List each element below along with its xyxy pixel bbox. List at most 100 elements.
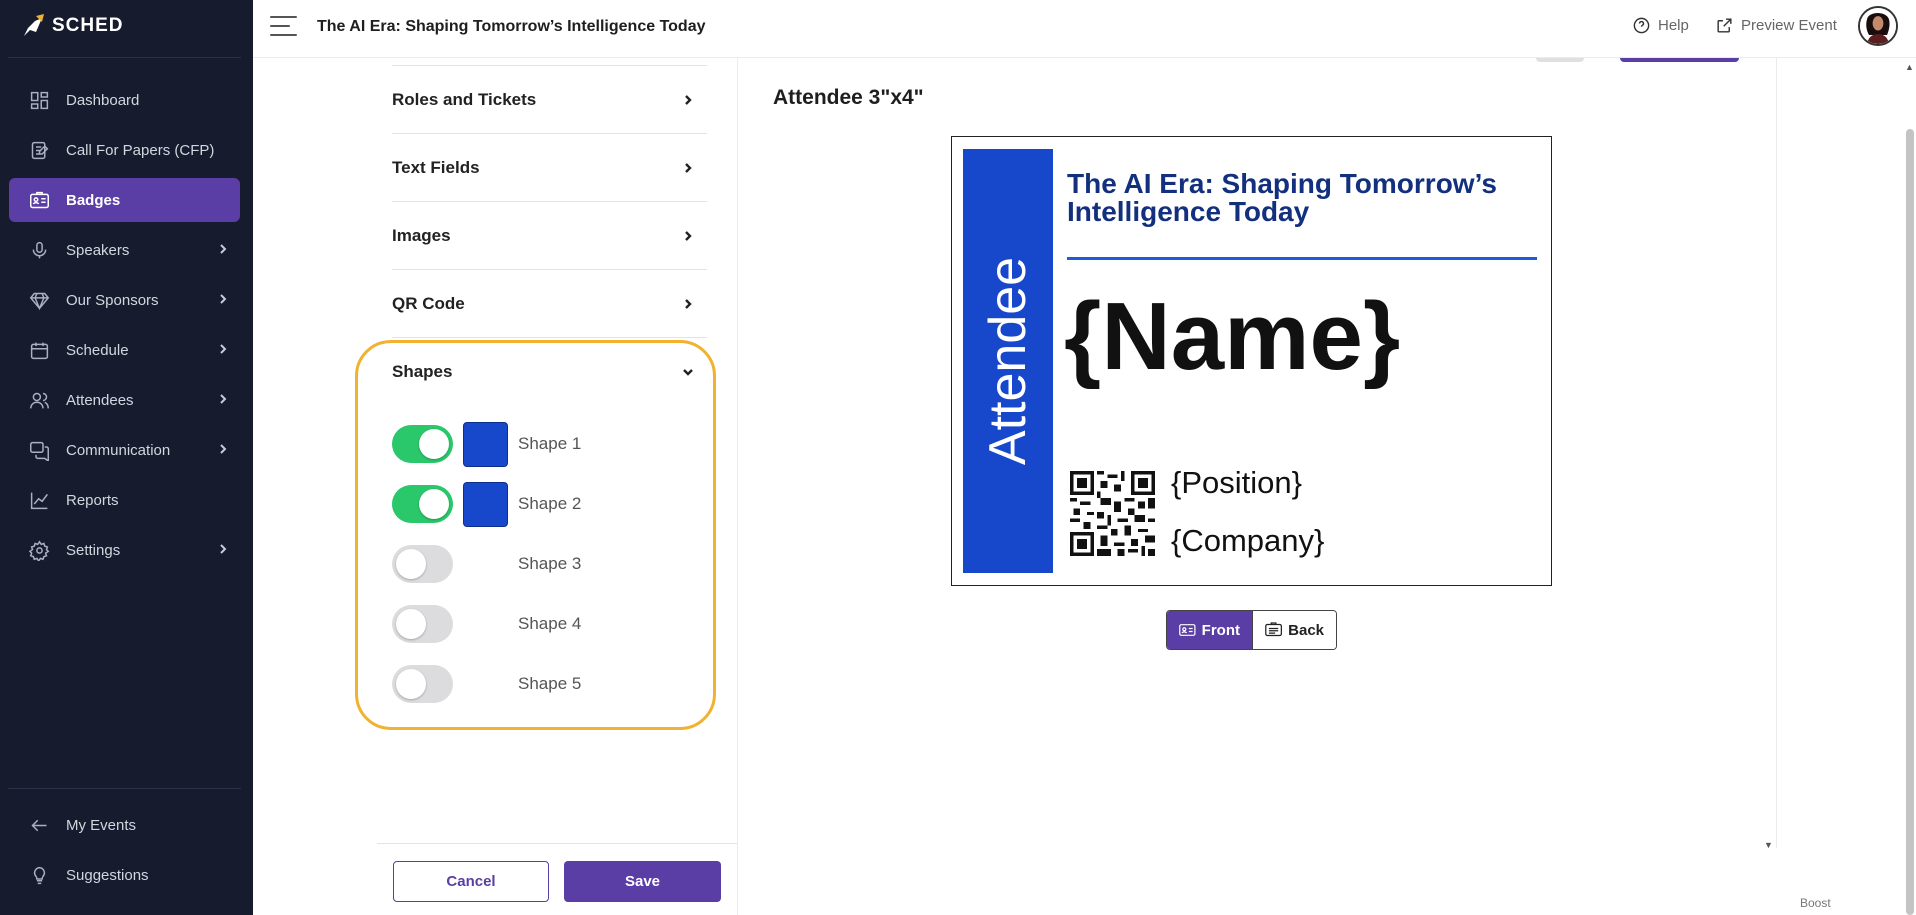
sidebar-item-label: Attendees xyxy=(66,391,134,409)
badge-event-name[interactable]: The AI Era: Shaping Tomorrow’s Intellige… xyxy=(1067,170,1537,226)
chart-icon xyxy=(28,489,50,511)
qr-code-icon[interactable] xyxy=(1070,471,1155,556)
shape-label: Shape 4 xyxy=(518,614,582,633)
chevron-right-icon xyxy=(685,298,692,309)
shape-1-color-swatch[interactable] xyxy=(463,421,508,467)
shape-4-toggle[interactable] xyxy=(392,605,453,643)
page-scrollbar-thumb[interactable] xyxy=(1906,129,1914,915)
dashboard-icon xyxy=(28,89,50,111)
chevron-down-icon xyxy=(683,369,693,376)
sidebar-item-label: Settings xyxy=(66,541,121,559)
diamond-icon xyxy=(28,289,50,311)
event-title: The AI Era: Shaping Tomorrow’s Intellige… xyxy=(317,18,706,35)
help-label: Help xyxy=(1658,17,1689,34)
partial-button[interactable] xyxy=(1620,58,1739,62)
menu-icon[interactable] xyxy=(270,16,297,38)
toggle-knob xyxy=(396,669,426,699)
sidebar-item-speakers[interactable]: Speakers xyxy=(9,228,240,272)
back-tab-button[interactable]: Back xyxy=(1252,611,1336,649)
shape-row: Shape 1 xyxy=(392,421,692,467)
sidebar-item-label: Communication xyxy=(66,441,171,459)
badge-position-field[interactable]: {Position} xyxy=(1171,465,1302,501)
sidebar-item-label: My Events xyxy=(66,816,137,834)
help-link[interactable]: Help xyxy=(1632,16,1689,35)
badge-role-text[interactable]: Attendee xyxy=(963,149,1053,573)
shape-row: Shape 3 xyxy=(392,542,692,586)
preview-event-link[interactable]: Preview Event xyxy=(1715,16,1837,35)
shape-label: Shape 2 xyxy=(518,494,582,513)
chat-icon xyxy=(28,439,50,461)
external-link-icon xyxy=(1717,18,1732,33)
sidebar: SCHED Dashboard Call For Papers (CFP) Ba… xyxy=(0,0,253,915)
section-divider xyxy=(392,65,707,66)
sidebar-item-dashboard[interactable]: Dashboard xyxy=(9,78,240,122)
section-text-fields[interactable]: Text Fields xyxy=(392,134,707,202)
badge-name-field[interactable]: {Name} xyxy=(1064,282,1400,392)
chevron-right-icon xyxy=(216,292,230,306)
partial-button[interactable] xyxy=(1536,58,1584,62)
sidebar-item-attendees[interactable]: Attendees xyxy=(9,378,240,422)
microphone-icon xyxy=(28,239,50,261)
shape-2-toggle[interactable] xyxy=(392,485,453,523)
chevron-right-icon xyxy=(216,342,230,356)
users-icon xyxy=(28,389,50,411)
badge-company-field[interactable]: {Company} xyxy=(1171,523,1324,559)
sidebar-item-schedule[interactable]: Schedule xyxy=(9,328,240,372)
panel-divider xyxy=(1776,58,1777,848)
chevron-right-icon xyxy=(216,542,230,556)
badge-back-icon xyxy=(1265,622,1282,637)
sidebar-item-suggestions[interactable]: Suggestions xyxy=(9,853,240,897)
toggle-knob xyxy=(396,609,426,639)
arrow-left-icon xyxy=(28,814,50,836)
sidebar-item-my-events[interactable]: My Events xyxy=(9,803,240,847)
shape-5-toggle[interactable] xyxy=(392,665,453,703)
logo-text: SCHED xyxy=(52,15,124,36)
chevron-right-icon xyxy=(216,392,230,406)
section-label: Text Fields xyxy=(392,157,480,177)
chevron-right-icon xyxy=(216,442,230,456)
sidebar-item-communication[interactable]: Communication xyxy=(9,428,240,472)
shape-3-toggle[interactable] xyxy=(392,545,453,583)
sidebar-item-label: Dashboard xyxy=(66,91,140,109)
back-label: Back xyxy=(1288,621,1324,639)
section-shapes[interactable]: Shapes xyxy=(392,352,707,392)
badge-shape-line[interactable] xyxy=(1067,257,1537,260)
sched-logo[interactable]: SCHED xyxy=(20,12,124,40)
section-qr-code[interactable]: QR Code xyxy=(392,270,707,338)
badge-template-title: Attendee 3"x4" xyxy=(773,86,924,109)
sidebar-divider xyxy=(8,57,241,58)
section-label: Images xyxy=(392,225,451,245)
shape-1-toggle[interactable] xyxy=(392,425,453,463)
shape-row: Shape 5 xyxy=(392,662,692,706)
section-label: QR Code xyxy=(392,293,465,313)
cancel-button[interactable]: Cancel xyxy=(393,861,549,902)
avatar[interactable] xyxy=(1858,6,1898,46)
sidebar-divider xyxy=(8,788,241,789)
section-images[interactable]: Images xyxy=(392,202,707,270)
sidebar-item-label: Speakers xyxy=(66,241,130,259)
help-icon xyxy=(1633,17,1650,34)
section-label: Roles and Tickets xyxy=(392,89,537,109)
shape-label: Shape 5 xyxy=(518,674,582,693)
gear-icon xyxy=(28,539,50,561)
badge-side-toggle: Front Back xyxy=(1166,610,1337,650)
front-tab-button[interactable]: Front xyxy=(1167,611,1252,649)
sidebar-item-reports[interactable]: Reports xyxy=(9,478,240,522)
sidebar-item-badges[interactable]: Badges xyxy=(9,178,240,222)
sidebar-item-sponsors[interactable]: Our Sponsors xyxy=(9,278,240,322)
boost-label: Boost xyxy=(1800,896,1831,910)
shape-2-color-swatch[interactable] xyxy=(463,481,508,527)
save-button[interactable]: Save xyxy=(564,861,721,902)
badge-role-label: Attendee xyxy=(979,256,1037,466)
scroll-up-arrow-icon[interactable]: ▲ xyxy=(1905,62,1914,72)
shape-label: Shape 3 xyxy=(518,554,582,573)
toggle-knob xyxy=(419,489,449,519)
lightbulb-icon xyxy=(28,864,50,886)
preview-event-label: Preview Event xyxy=(1741,17,1837,34)
section-roles-and-tickets[interactable]: Roles and Tickets xyxy=(392,66,707,134)
sidebar-item-settings[interactable]: Settings xyxy=(9,528,240,572)
user-avatar-icon xyxy=(1860,8,1896,44)
sidebar-item-cfp[interactable]: Call For Papers (CFP) xyxy=(9,128,240,172)
scroll-down-arrow-icon[interactable]: ▼ xyxy=(1764,840,1773,850)
badge-front-icon xyxy=(1179,624,1196,636)
